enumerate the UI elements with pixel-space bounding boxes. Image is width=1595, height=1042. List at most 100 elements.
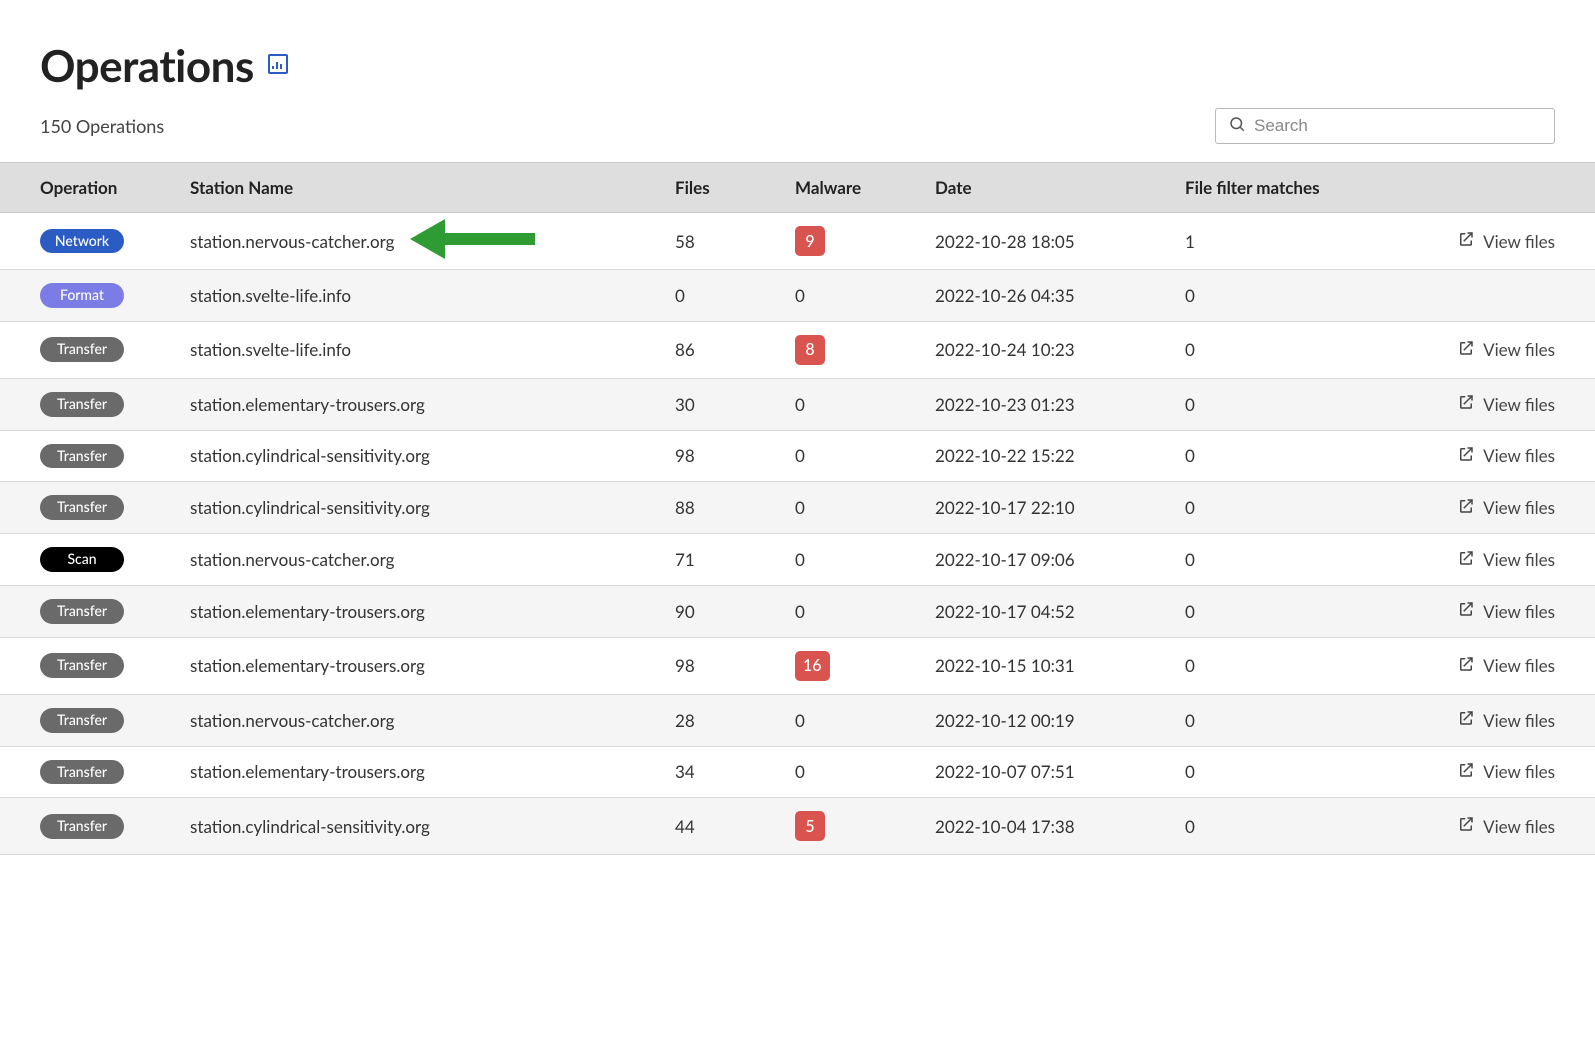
external-link-icon	[1457, 549, 1475, 571]
view-files-link[interactable]: View files	[1457, 815, 1555, 837]
malware-count: 0	[795, 601, 935, 622]
view-files-link[interactable]: View files	[1457, 549, 1555, 571]
operation-badge: Transfer	[40, 444, 124, 469]
filter-matches: 0	[1185, 394, 1385, 415]
table-row[interactable]: Transferstation.elementary-trousers.org9…	[0, 586, 1595, 638]
view-files-link[interactable]: View files	[1457, 497, 1555, 519]
malware-badge: 9	[795, 226, 825, 256]
external-link-icon	[1457, 339, 1475, 361]
col-station[interactable]: Station Name	[190, 177, 675, 198]
view-files-label: View files	[1483, 231, 1555, 252]
station-name: station.elementary-trousers.org	[190, 655, 675, 676]
files-count: 98	[675, 445, 795, 466]
col-date[interactable]: Date	[935, 177, 1185, 198]
files-count: 28	[675, 710, 795, 731]
filter-matches: 0	[1185, 285, 1385, 306]
search-input[interactable]	[1254, 116, 1542, 136]
table-row[interactable]: Transferstation.elementary-trousers.org3…	[0, 747, 1595, 799]
files-count: 58	[675, 231, 795, 252]
date-cell: 2022-10-28 18:05	[935, 231, 1185, 252]
view-files-label: View files	[1483, 549, 1555, 570]
view-files-label: View files	[1483, 816, 1555, 837]
date-cell: 2022-10-22 15:22	[935, 445, 1185, 466]
operation-badge: Scan	[40, 547, 124, 572]
malware-count: 0	[795, 394, 935, 415]
search-box[interactable]	[1215, 108, 1555, 144]
operations-count: 150 Operations	[40, 115, 164, 137]
station-name: station.cylindrical-sensitivity.org	[190, 445, 675, 466]
view-files-label: View files	[1483, 761, 1555, 782]
view-files-link[interactable]: View files	[1457, 230, 1555, 252]
malware-count: 0	[795, 497, 935, 518]
date-cell: 2022-10-15 10:31	[935, 655, 1185, 676]
view-files-label: View files	[1483, 339, 1555, 360]
table-row[interactable]: Transfer station.cylindrical-sensitivity.…	[0, 431, 1595, 483]
files-count: 98	[675, 655, 795, 676]
malware-badge: 5	[795, 811, 825, 841]
table-row[interactable]: Formatstation.svelte-life.info002022-10-…	[0, 270, 1595, 322]
table-body: Networkstation.nervous-catcher.org589202…	[0, 213, 1595, 855]
view-files-link[interactable]: View files	[1457, 339, 1555, 361]
external-link-icon	[1457, 600, 1475, 622]
table-row[interactable]: Transferstation.elementary-trousers.org9…	[0, 638, 1595, 695]
view-files-link[interactable]: View files	[1457, 709, 1555, 731]
external-link-icon	[1457, 761, 1475, 783]
operation-badge: Transfer	[40, 708, 124, 733]
view-files-link[interactable]: View files	[1457, 761, 1555, 783]
search-icon	[1228, 115, 1246, 137]
filter-matches: 0	[1185, 445, 1385, 466]
view-files-link[interactable]: View files	[1457, 655, 1555, 677]
view-files-link[interactable]: View files	[1457, 393, 1555, 415]
filter-matches: 0	[1185, 339, 1385, 360]
filter-matches: 0	[1185, 549, 1385, 570]
files-count: 0	[675, 285, 795, 306]
table-row[interactable]: Transfer station.cylindrical-sensitivity.…	[0, 482, 1595, 534]
operation-badge: Transfer	[40, 337, 124, 362]
malware-badge: 8	[795, 335, 825, 365]
table-row[interactable]: Transferstation.elementary-trousers.org3…	[0, 379, 1595, 431]
view-files-label: View files	[1483, 601, 1555, 622]
table-row[interactable]: Transferstation.svelte-life.info8682022-…	[0, 322, 1595, 379]
operation-badge: Network	[40, 229, 124, 254]
table-header: Operation Station Name Files Malware Dat…	[0, 162, 1595, 213]
date-cell: 2022-10-24 10:23	[935, 339, 1185, 360]
view-files-link[interactable]: View files	[1457, 600, 1555, 622]
date-cell: 2022-10-04 17:38	[935, 816, 1185, 837]
operation-badge: Transfer	[40, 760, 124, 785]
files-count: 90	[675, 601, 795, 622]
view-files-link[interactable]: View files	[1457, 445, 1555, 467]
table-row[interactable]: Networkstation.nervous-catcher.org589202…	[0, 213, 1595, 270]
table-row[interactable]: Scanstation.nervous-catcher.org7102022-1…	[0, 534, 1595, 586]
malware-count: 0	[795, 285, 935, 306]
filter-matches: 0	[1185, 655, 1385, 676]
filter-matches: 0	[1185, 816, 1385, 837]
operation-badge: Transfer	[40, 392, 124, 417]
date-cell: 2022-10-17 09:06	[935, 549, 1185, 570]
filter-matches: 0	[1185, 497, 1385, 518]
col-malware[interactable]: Malware	[795, 177, 935, 198]
table-row[interactable]: Transferstation.nervous-catcher.org28020…	[0, 695, 1595, 747]
date-cell: 2022-10-23 01:23	[935, 394, 1185, 415]
filter-matches: 1	[1185, 231, 1385, 252]
external-link-icon	[1457, 497, 1475, 519]
col-filter[interactable]: File filter matches	[1185, 177, 1385, 198]
station-name: station.elementary-trousers.org	[190, 601, 675, 622]
malware-count: 0	[795, 761, 935, 782]
files-count: 44	[675, 816, 795, 837]
operation-badge: Transfer	[40, 495, 124, 520]
station-name: station.svelte-life.info	[190, 285, 675, 306]
station-name: station.cylindrical-sensitivity.org	[190, 816, 675, 837]
col-operation[interactable]: Operation	[40, 177, 190, 198]
malware-count: 0	[795, 445, 935, 466]
page-title: Operations	[40, 40, 254, 92]
malware-count: 0	[795, 710, 935, 731]
col-files[interactable]: Files	[675, 177, 795, 198]
table-row[interactable]: Transferstation.cylindrical-sensitivity.…	[0, 798, 1595, 855]
files-count: 86	[675, 339, 795, 360]
station-name: station.cylindrical-sensitivity.org	[190, 497, 675, 518]
date-cell: 2022-10-26 04:35	[935, 285, 1185, 306]
external-link-icon	[1457, 445, 1475, 467]
date-cell: 2022-10-17 04:52	[935, 601, 1185, 622]
files-count: 71	[675, 549, 795, 570]
date-cell: 2022-10-07 07:51	[935, 761, 1185, 782]
